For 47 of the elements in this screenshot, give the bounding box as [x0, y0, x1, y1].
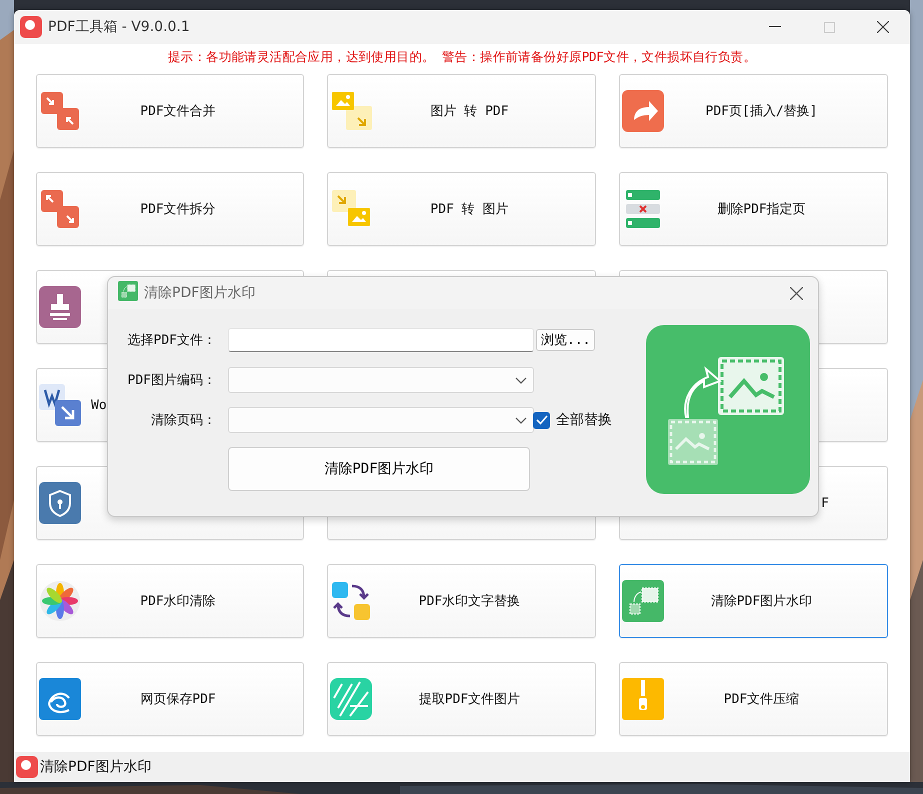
- picture-icon: [118, 281, 138, 301]
- tool-button[interactable]: 清除PDF图片水印: [619, 564, 888, 638]
- minimize-icon: [769, 26, 781, 28]
- close-icon: [790, 286, 802, 300]
- tool-button[interactable]: PDF水印清除: [36, 564, 304, 638]
- flower-icon: [39, 580, 81, 622]
- tool-button[interactable]: PDF文件压缩: [619, 662, 888, 736]
- dropdown-field[interactable]: [228, 407, 534, 433]
- field-label: 清除页码：: [150, 412, 216, 429]
- tool-button[interactable]: PDF页[插入/替换]: [619, 74, 888, 148]
- tool-button[interactable]: 图片 转 PDF: [327, 74, 596, 148]
- tool-button[interactable]: PDF水印文字替换: [327, 564, 596, 638]
- tool-button[interactable]: 网页保存PDF: [36, 662, 304, 736]
- field-label: 选择PDF文件：: [126, 332, 216, 349]
- shield-icon: [39, 482, 81, 524]
- wave-icon: [39, 678, 81, 720]
- tool-button[interactable]: PDF 转 图片: [327, 172, 596, 246]
- browse-button[interactable]: 浏览...: [536, 329, 596, 351]
- status-text: 清除PDF图片水印: [40, 758, 152, 776]
- zipper-icon: [622, 678, 664, 720]
- picture-illustration-icon: [646, 325, 810, 494]
- warning-notice: 提示：各功能请灵活配合应用，达到使用目的。 警告：操作前请备份好原PDF文件，文件损坏自行负责。: [167, 48, 757, 66]
- maximize-icon: [824, 22, 834, 32]
- arrows-icon: [39, 90, 81, 132]
- stamp-icon: [39, 286, 81, 328]
- picture-icon: [330, 90, 372, 132]
- chevron-down-icon: [515, 416, 527, 424]
- file-path-field[interactable]: [228, 328, 534, 352]
- app-logo-icon: [20, 16, 42, 38]
- checkbox-label: 全部替换: [556, 411, 612, 429]
- window-title: PDF工具箱 - V9.0.0.1: [48, 18, 191, 36]
- tool-button[interactable]: 删除PDF指定页: [619, 172, 888, 246]
- tool-button[interactable]: 提取PDF文件图片: [327, 662, 596, 736]
- arrows-icon: [39, 188, 81, 230]
- tool-button[interactable]: PDF文件拆分: [36, 172, 304, 246]
- close-icon: [877, 21, 889, 33]
- dialog-title: 清除PDF图片水印: [144, 284, 256, 302]
- app-logo-icon: [16, 756, 38, 778]
- field-label: PDF图片编码：: [126, 372, 216, 389]
- picture-icon: [622, 580, 664, 622]
- checkbox[interactable]: [533, 412, 550, 428]
- dropdown-field[interactable]: [228, 367, 534, 393]
- remove-watermark-button[interactable]: 清除PDF图片水印: [228, 447, 530, 491]
- chevron-down-icon: [515, 376, 527, 384]
- swap-icon: [330, 580, 372, 622]
- document-icon: [39, 384, 81, 426]
- tool-button[interactable]: PDF文件合并: [36, 74, 304, 148]
